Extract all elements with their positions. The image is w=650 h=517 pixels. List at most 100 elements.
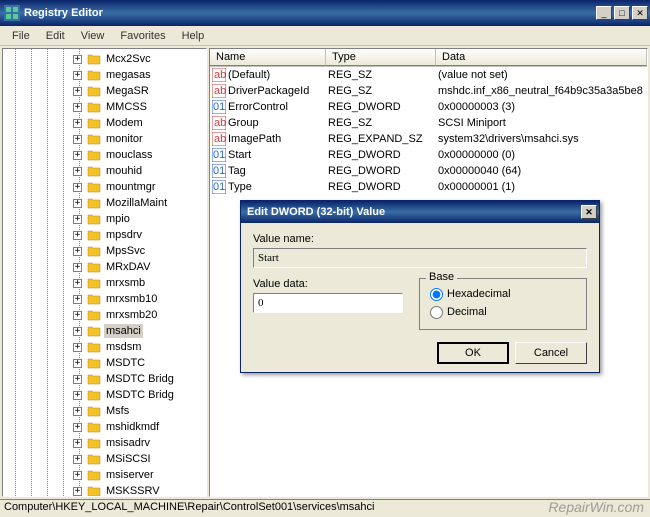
header-type[interactable]: Type — [326, 49, 436, 66]
tree-item[interactable]: +msdsm — [87, 339, 206, 355]
tree-item[interactable]: +msisadrv — [87, 435, 206, 451]
expand-icon[interactable]: + — [73, 247, 82, 256]
list-row[interactable]: ab(Default)REG_SZ(value not set) — [210, 67, 647, 83]
tree-item-label: MpsSvc — [104, 244, 147, 258]
menu-help[interactable]: Help — [174, 28, 213, 44]
expand-icon[interactable]: + — [73, 231, 82, 240]
expand-icon[interactable]: + — [73, 311, 82, 320]
menu-favorites[interactable]: Favorites — [112, 28, 173, 44]
list-row[interactable]: abDriverPackageIdREG_SZmshdc.inf_x86_neu… — [210, 83, 647, 99]
header-name[interactable]: Name — [210, 49, 326, 66]
tree-item[interactable]: +MSDTC — [87, 355, 206, 371]
expand-icon[interactable]: + — [73, 167, 82, 176]
menu-view[interactable]: View — [73, 28, 113, 44]
tree-item[interactable]: +MSDTC Bridg — [87, 371, 206, 387]
expand-icon[interactable]: + — [73, 215, 82, 224]
value-data-field[interactable] — [253, 293, 403, 313]
menu-file[interactable]: File — [4, 28, 38, 44]
tree-item[interactable]: +msahci — [87, 323, 206, 339]
tree-item[interactable]: +MegaSR — [87, 83, 206, 99]
tree-item[interactable]: +mrxsmb20 — [87, 307, 206, 323]
cell-type: REG_SZ — [328, 117, 438, 129]
tree-item[interactable]: +Modem — [87, 115, 206, 131]
list-row[interactable]: abGroupREG_SZSCSI Miniport — [210, 115, 647, 131]
app-icon — [4, 5, 20, 21]
tree-item[interactable]: +MSKSSRV — [87, 483, 206, 497]
radio-dec[interactable] — [430, 306, 443, 319]
tree-item[interactable]: +mshidkmdf — [87, 419, 206, 435]
tree-item[interactable]: +mrxsmb10 — [87, 291, 206, 307]
expand-icon[interactable]: + — [73, 151, 82, 160]
tree-item[interactable]: +mouclass — [87, 147, 206, 163]
expand-icon[interactable]: + — [73, 391, 82, 400]
cell-data: (value not set) — [438, 69, 647, 81]
tree-item[interactable]: +mouhid — [87, 163, 206, 179]
menu-bar: File Edit View Favorites Help — [0, 26, 650, 46]
cell-name: (Default) — [228, 69, 328, 81]
cell-name: Type — [228, 181, 328, 193]
maximize-button[interactable]: □ — [614, 6, 630, 20]
expand-icon[interactable]: + — [73, 55, 82, 64]
tree-item[interactable]: +msiserver — [87, 467, 206, 483]
base-group: Base Hexadecimal Decimal — [419, 278, 587, 330]
header-data[interactable]: Data — [436, 49, 647, 66]
expand-icon[interactable]: + — [73, 103, 82, 112]
cell-data: SCSI Miniport — [438, 117, 647, 129]
expand-icon[interactable]: + — [73, 135, 82, 144]
tree-item-label: MSDTC — [104, 356, 147, 370]
expand-icon[interactable]: + — [73, 439, 82, 448]
cancel-button[interactable]: Cancel — [515, 342, 587, 364]
tree-item[interactable]: +megasas — [87, 67, 206, 83]
expand-icon[interactable]: + — [73, 455, 82, 464]
tree-item[interactable]: +mountmgr — [87, 179, 206, 195]
tree-item[interactable]: +Msfs — [87, 403, 206, 419]
tree-item-label: MSDTC Bridg — [104, 372, 176, 386]
dialog-close-button[interactable]: ✕ — [581, 205, 597, 219]
tree-item[interactable]: +MSiSCSI — [87, 451, 206, 467]
list-row[interactable]: 011TagREG_DWORD0x00000040 (64) — [210, 163, 647, 179]
menu-edit[interactable]: Edit — [38, 28, 73, 44]
tree-item[interactable]: +monitor — [87, 131, 206, 147]
expand-icon[interactable]: + — [73, 375, 82, 384]
tree-item[interactable]: +MpsSvc — [87, 243, 206, 259]
expand-icon[interactable]: + — [73, 295, 82, 304]
expand-icon[interactable]: + — [73, 423, 82, 432]
tree-item[interactable]: +Mcx2Svc — [87, 51, 206, 67]
radio-hex[interactable] — [430, 288, 443, 301]
expand-icon[interactable]: + — [73, 471, 82, 480]
tree-item[interactable]: +MSDTC Bridg — [87, 387, 206, 403]
tree-item[interactable]: +MozillaMaint — [87, 195, 206, 211]
expand-icon[interactable]: + — [73, 279, 82, 288]
tree-pane[interactable]: +Mcx2Svc+megasas+MegaSR+MMCSS+Modem+moni… — [2, 48, 207, 497]
expand-icon[interactable]: + — [73, 263, 82, 272]
list-row[interactable]: 011StartREG_DWORD0x00000000 (0) — [210, 147, 647, 163]
svg-text:ab: ab — [214, 133, 226, 145]
expand-icon[interactable]: + — [73, 407, 82, 416]
tree-item-label: MegaSR — [104, 84, 151, 98]
cell-data: 0x00000000 (0) — [438, 149, 647, 161]
tree-item[interactable]: +mpio — [87, 211, 206, 227]
close-button[interactable]: ✕ — [632, 6, 648, 20]
expand-icon[interactable]: + — [73, 359, 82, 368]
minimize-button[interactable]: _ — [596, 6, 612, 20]
tree-item-label: mrxsmb20 — [104, 308, 159, 322]
expand-icon[interactable]: + — [73, 327, 82, 336]
expand-icon[interactable]: + — [73, 71, 82, 80]
ok-button[interactable]: OK — [437, 342, 509, 364]
tree-item-label: mshidkmdf — [104, 420, 161, 434]
expand-icon[interactable]: + — [73, 487, 82, 496]
tree-item-label: MSKSSRV — [104, 484, 162, 497]
expand-icon[interactable]: + — [73, 119, 82, 128]
list-row[interactable]: 011ErrorControlREG_DWORD0x00000003 (3) — [210, 99, 647, 115]
cell-type: REG_DWORD — [328, 165, 438, 177]
expand-icon[interactable]: + — [73, 199, 82, 208]
expand-icon[interactable]: + — [73, 183, 82, 192]
expand-icon[interactable]: + — [73, 343, 82, 352]
tree-item[interactable]: +MRxDAV — [87, 259, 206, 275]
tree-item[interactable]: +mrxsmb — [87, 275, 206, 291]
list-row[interactable]: abImagePathREG_EXPAND_SZsystem32\drivers… — [210, 131, 647, 147]
tree-item[interactable]: +mpsdrv — [87, 227, 206, 243]
tree-item[interactable]: +MMCSS — [87, 99, 206, 115]
list-row[interactable]: 011TypeREG_DWORD0x00000001 (1) — [210, 179, 647, 195]
expand-icon[interactable]: + — [73, 87, 82, 96]
